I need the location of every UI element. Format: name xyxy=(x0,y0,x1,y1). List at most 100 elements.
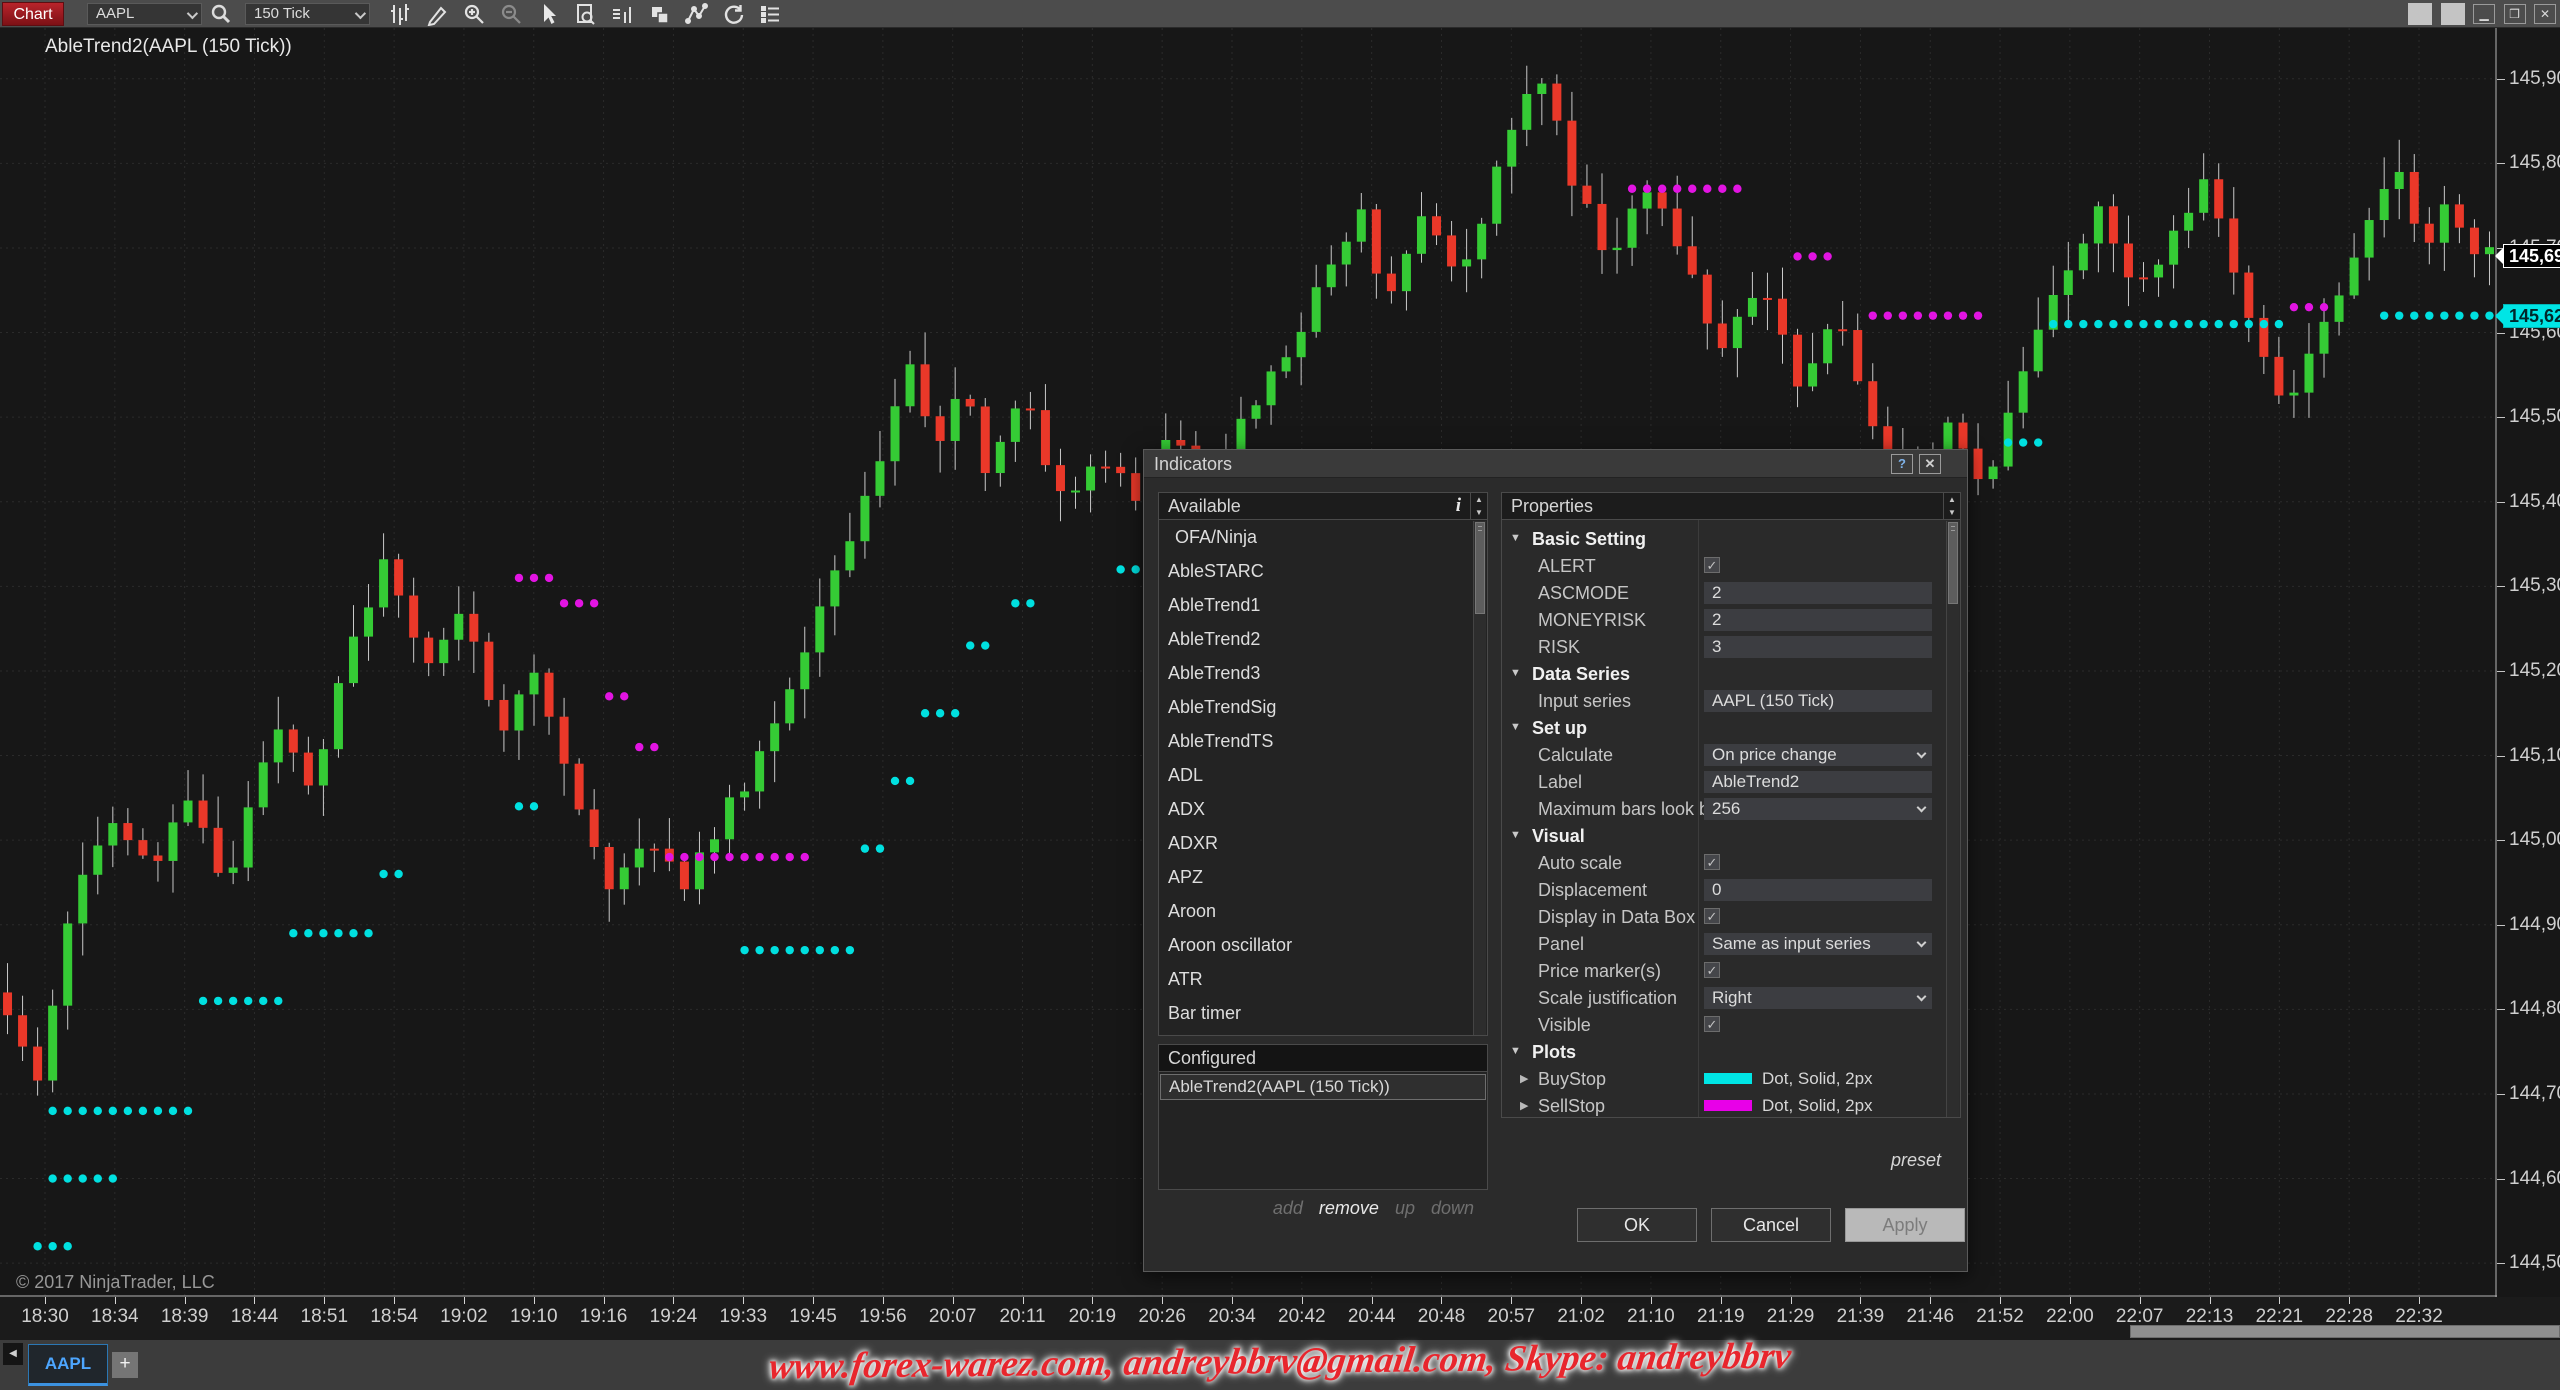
toolbar-spacer-button[interactable] xyxy=(2408,3,2432,25)
available-item[interactable]: Aroon oscillator xyxy=(1159,928,1487,962)
collapse-triangle-icon[interactable]: ▼ xyxy=(1510,829,1521,841)
expand-triangle-icon[interactable]: ▶ xyxy=(1520,1072,1528,1085)
collapse-triangle-icon[interactable]: ▼ xyxy=(1510,667,1521,679)
zoom-out-icon[interactable] xyxy=(496,2,526,26)
property-group-plots[interactable]: ▼Plots xyxy=(1502,1039,1946,1066)
text-input[interactable]: AAPL (150 Tick) xyxy=(1704,690,1932,712)
down-action[interactable]: down xyxy=(1431,1198,1474,1218)
buystop-price-marker: 145,62 xyxy=(2503,304,2560,328)
available-item[interactable]: AbleTrend3 xyxy=(1159,656,1487,690)
available-item[interactable]: AbleTrendTS xyxy=(1159,724,1487,758)
available-item[interactable]: ATR xyxy=(1159,962,1487,996)
add-tab-button[interactable]: + xyxy=(112,1352,138,1378)
available-item[interactable]: ADX xyxy=(1159,792,1487,826)
chart-style-icon[interactable] xyxy=(385,2,415,26)
text-input[interactable]: 0 xyxy=(1704,879,1932,901)
text-input[interactable]: 2 xyxy=(1704,582,1932,604)
chevron-down-icon xyxy=(1917,803,1927,813)
scrollbar-thumb[interactable] xyxy=(1948,522,1958,604)
available-scroll-arrows[interactable]: ▲▼ xyxy=(1470,493,1487,519)
dropdown-select[interactable]: On price change xyxy=(1704,744,1932,766)
zoom-in-icon[interactable] xyxy=(459,2,489,26)
property-group-data-series[interactable]: ▼Data Series xyxy=(1502,661,1946,688)
dialog-help-button[interactable]: ? xyxy=(1891,454,1913,474)
apply-button[interactable]: Apply xyxy=(1845,1208,1965,1242)
interval-select[interactable]: 150 Tick xyxy=(245,3,370,25)
time-tick xyxy=(394,1297,395,1304)
preset-link[interactable]: preset xyxy=(1891,1150,1941,1171)
chart-menu-button[interactable]: Chart xyxy=(2,2,64,26)
polyline-icon[interactable] xyxy=(681,2,711,26)
scrollbar-thumb[interactable] xyxy=(1475,522,1485,614)
available-scrollbar[interactable] xyxy=(1473,521,1486,1035)
available-item[interactable]: AbleTrendSig xyxy=(1159,690,1487,724)
available-indicator-list[interactable]: OFA/NinjaAbleSTARCAbleTrend1AbleTrend2Ab… xyxy=(1158,520,1488,1036)
property-group-visual[interactable]: ▼Visual xyxy=(1502,823,1946,850)
configured-item[interactable]: AbleTrend2(AAPL (150 Tick)) xyxy=(1160,1074,1486,1100)
chart-preview-icon[interactable] xyxy=(570,2,600,26)
configured-indicator-list[interactable]: AbleTrend2(AAPL (150 Tick)) xyxy=(1158,1072,1488,1190)
collapse-triangle-icon[interactable]: ▼ xyxy=(1510,532,1521,544)
collapse-triangle-icon[interactable]: ▼ xyxy=(1510,1045,1521,1057)
properties-list-icon[interactable] xyxy=(755,2,785,26)
up-action[interactable]: up xyxy=(1395,1198,1415,1218)
text-input[interactable]: 2 xyxy=(1704,609,1932,631)
toolbar-spacer-button[interactable] xyxy=(2441,3,2465,25)
restore-button[interactable]: ❒ xyxy=(2504,4,2526,24)
available-item[interactable]: OFA/Ninja xyxy=(1159,520,1487,554)
available-item[interactable]: Aroon xyxy=(1159,894,1487,928)
property-group-set-up[interactable]: ▼Set up xyxy=(1502,715,1946,742)
text-input[interactable]: 3 xyxy=(1704,636,1932,658)
ok-button[interactable]: OK xyxy=(1577,1208,1697,1242)
pointer-icon[interactable] xyxy=(533,2,563,26)
close-button[interactable]: ✕ xyxy=(2534,4,2556,24)
add-action[interactable]: add xyxy=(1273,1198,1303,1218)
checkbox-checked[interactable]: ✓ xyxy=(1704,908,1720,924)
info-icon[interactable]: i xyxy=(1456,493,1461,519)
panels-icon[interactable] xyxy=(644,2,674,26)
available-item[interactable]: AbleTrend2 xyxy=(1159,622,1487,656)
property-group-basic-setting[interactable]: ▼Basic Setting xyxy=(1502,526,1946,553)
text-input[interactable]: AbleTrend2 xyxy=(1704,771,1932,793)
reload-icon[interactable] xyxy=(718,2,748,26)
plot-color-swatch[interactable] xyxy=(1704,1073,1752,1084)
dropdown-select[interactable]: Same as input series xyxy=(1704,933,1932,955)
tab-strip: ◀ AAPL + www.forex-warez.com, andreybbrv… xyxy=(0,1340,2560,1390)
instrument-select[interactable]: AAPL xyxy=(87,3,202,25)
draw-icon[interactable] xyxy=(422,2,452,26)
instrument-search-icon[interactable] xyxy=(206,2,236,26)
time-tick xyxy=(1441,1297,1442,1304)
cancel-button[interactable]: Cancel xyxy=(1711,1208,1831,1242)
available-item[interactable]: Bar timer xyxy=(1159,996,1487,1030)
market-analyzer-icon[interactable] xyxy=(607,2,637,26)
checkbox-checked[interactable]: ✓ xyxy=(1704,854,1720,870)
dialog-close-icon[interactable]: ✕ xyxy=(1919,454,1941,474)
horizontal-scrollbar[interactable] xyxy=(2130,1325,2560,1338)
remove-action[interactable]: remove xyxy=(1319,1198,1379,1218)
property-row-scale-justification: Scale justificationRight xyxy=(1502,985,1946,1012)
available-item[interactable]: ADXR xyxy=(1159,826,1487,860)
collapse-triangle-icon[interactable]: ▼ xyxy=(1510,721,1521,733)
properties-scrollbar[interactable] xyxy=(1946,521,1959,1117)
minimize-button[interactable]: ▁ xyxy=(2473,4,2495,24)
available-item[interactable]: APZ xyxy=(1159,860,1487,894)
checkbox-checked[interactable]: ✓ xyxy=(1704,557,1720,573)
available-item[interactable]: AbleTrend1 xyxy=(1159,588,1487,622)
price-label: 144,80 xyxy=(2509,998,2560,1020)
expand-triangle-icon[interactable]: ▶ xyxy=(1520,1099,1528,1112)
price-axis[interactable]: 145,90145,80145,70145,60145,50145,40145,… xyxy=(2497,28,2560,1297)
plot-color-swatch[interactable] xyxy=(1704,1100,1752,1111)
price-tick xyxy=(2497,671,2505,672)
dropdown-select[interactable]: Right xyxy=(1704,987,1932,1009)
checkbox-checked[interactable]: ✓ xyxy=(1704,1016,1720,1032)
tab-aapl[interactable]: AAPL xyxy=(28,1344,108,1386)
dropdown-select[interactable]: 256 xyxy=(1704,798,1932,820)
property-row-maximum-bars-look-back: Maximum bars look back256 xyxy=(1502,796,1946,823)
tab-scroll-icon[interactable]: ◀ xyxy=(3,1343,23,1365)
available-item[interactable]: AbleSTARC xyxy=(1159,554,1487,588)
properties-scroll-arrows[interactable]: ▲▼ xyxy=(1943,493,1960,519)
checkbox-checked[interactable]: ✓ xyxy=(1704,962,1720,978)
available-item[interactable]: ADL xyxy=(1159,758,1487,792)
dialog-titlebar[interactable]: Indicators xyxy=(1144,450,1967,478)
property-row-auto-scale: Auto scale✓ xyxy=(1502,850,1946,877)
